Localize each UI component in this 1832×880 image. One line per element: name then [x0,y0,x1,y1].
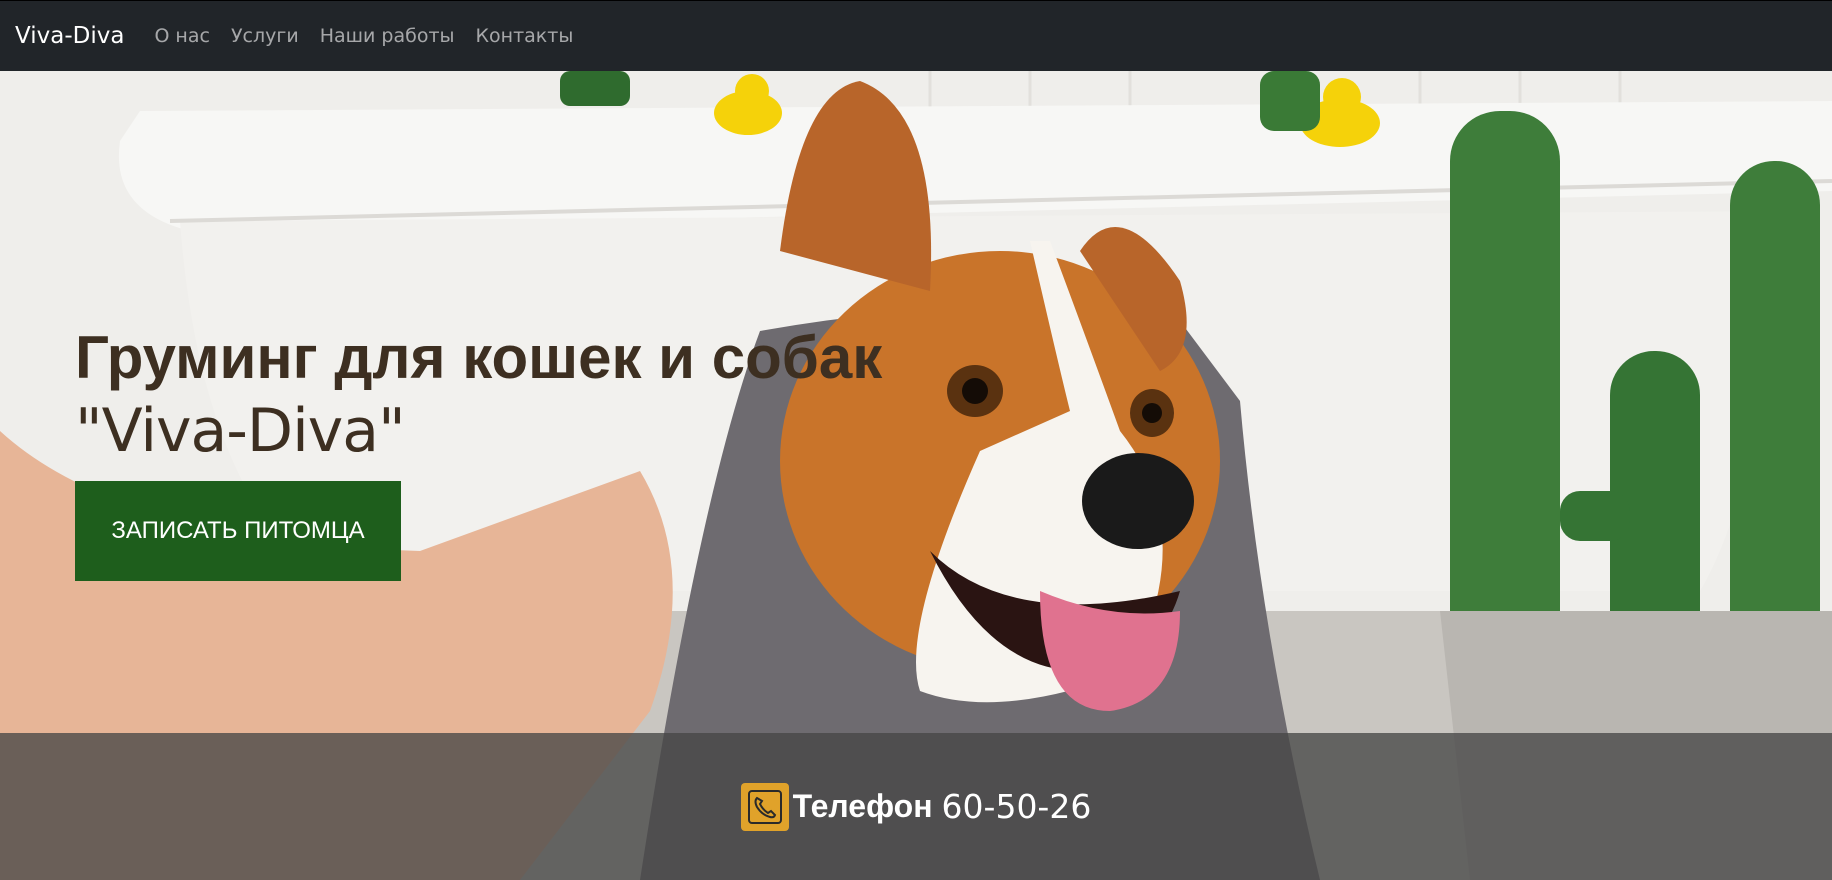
nav-link-contacts[interactable]: Контакты [476,25,574,47]
brand-logo[interactable]: Viva-Diva [15,23,124,49]
hero-subtitle: "Viva-Diva" [75,396,406,466]
phone-label: Телефон [792,788,933,824]
phone-icon [740,782,789,831]
book-pet-button[interactable]: ЗАПИСАТЬ ПИТОМЦА [75,481,401,581]
nav-link-about[interactable]: О нас [154,25,210,47]
nav-link-works[interactable]: Наши работы [320,25,455,47]
phone-number[interactable]: 60-50-26 [942,787,1092,826]
hero-title: Груминг для кошек и собак [75,324,883,391]
nav-link-services[interactable]: Услуги [231,25,299,47]
nav-links: О нас Услуги Наши работы Контакты [154,25,594,47]
contact-bar: Телефон 60-50-26 [0,733,1832,880]
top-navbar: Viva-Diva О нас Услуги Наши работы Конта… [0,0,1832,71]
